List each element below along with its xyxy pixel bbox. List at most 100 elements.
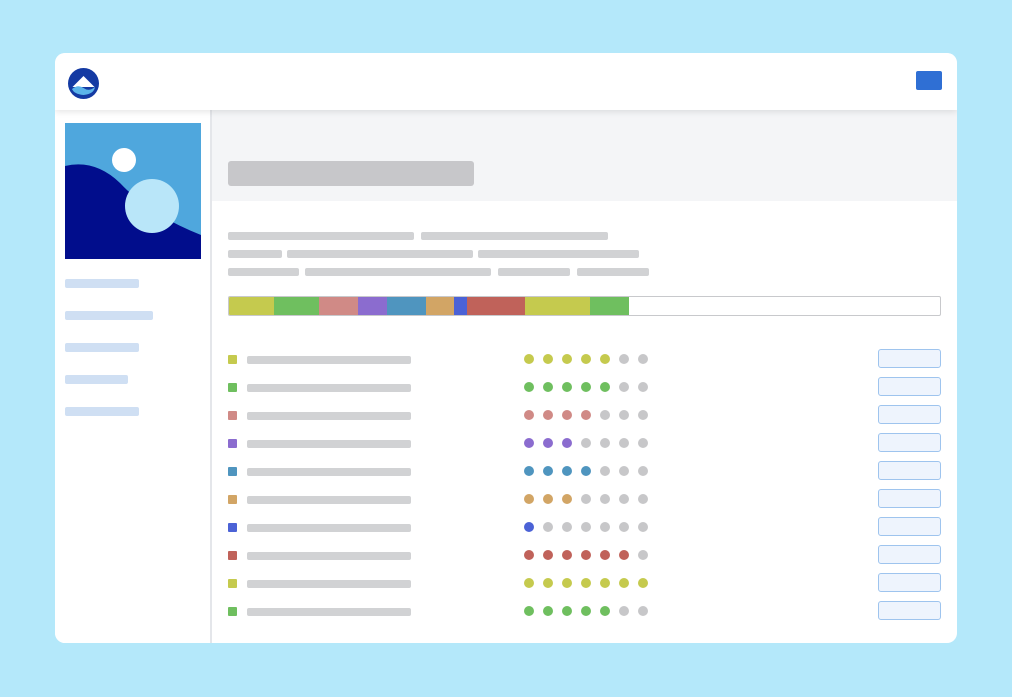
list-item [212, 346, 957, 374]
rating-dot-empty [619, 494, 629, 504]
rating-dot-filled [619, 578, 629, 588]
rating-dot-empty [619, 522, 629, 532]
rating-dot-filled [619, 550, 629, 560]
list-item [212, 430, 957, 458]
rating-dot-filled [543, 354, 553, 364]
row-action-button[interactable] [878, 405, 941, 424]
row-action-button[interactable] [878, 517, 941, 536]
list-item [212, 570, 957, 598]
rating-dot-empty [619, 606, 629, 616]
color-marker [228, 523, 237, 532]
rating-dot-filled [543, 382, 553, 392]
rating-dot-filled [543, 466, 553, 476]
rating-dot-filled [524, 550, 534, 560]
color-marker [228, 439, 237, 448]
color-marker [228, 411, 237, 420]
sidebar-nav-item-2[interactable] [65, 311, 153, 320]
item-label-placeholder [247, 524, 411, 532]
rating-dot-empty [638, 550, 648, 560]
row-action-button[interactable] [878, 489, 941, 508]
text-line-placeholder [287, 250, 473, 258]
rating-dots [524, 438, 664, 449]
color-marker [228, 383, 237, 392]
rating-dot-filled [581, 466, 591, 476]
text-line-placeholder [421, 232, 608, 240]
sidebar-nav-item-3[interactable] [65, 343, 139, 352]
main-content [212, 110, 957, 643]
rating-dot-empty [600, 494, 610, 504]
rating-dot-filled [600, 578, 610, 588]
progress-segment [454, 297, 468, 315]
rating-dots [524, 578, 664, 589]
list-item [212, 374, 957, 402]
rating-dot-empty [619, 466, 629, 476]
rating-dot-empty [638, 606, 648, 616]
row-action-button[interactable] [878, 573, 941, 592]
sidebar-nav-item-4[interactable] [65, 375, 128, 384]
progress-segment [425, 297, 455, 315]
rating-dot-empty [600, 410, 610, 420]
app-window [55, 53, 957, 643]
text-line-placeholder [498, 268, 570, 276]
row-action-button[interactable] [878, 545, 941, 564]
sidebar [55, 110, 212, 643]
rating-dot-empty [581, 522, 591, 532]
rating-dot-empty [581, 494, 591, 504]
header-band [212, 110, 957, 201]
item-label-placeholder [247, 384, 411, 392]
rating-dot-empty [638, 354, 648, 364]
rating-dot-filled [524, 494, 534, 504]
text-line-placeholder [228, 250, 282, 258]
progress-segment [467, 297, 525, 315]
text-line-placeholder [577, 268, 649, 276]
row-action-button[interactable] [878, 601, 941, 620]
progress-segment [590, 297, 630, 315]
rating-dot-filled [543, 578, 553, 588]
row-action-button[interactable] [878, 349, 941, 368]
rating-dot-empty [638, 522, 648, 532]
row-action-button[interactable] [878, 433, 941, 452]
list-item [212, 486, 957, 514]
rating-dot-filled [543, 550, 553, 560]
list-item [212, 458, 957, 486]
rating-dot-filled [581, 550, 591, 560]
rating-dot-filled [543, 438, 553, 448]
rating-dot-filled [600, 550, 610, 560]
sidebar-nav-item-1[interactable] [65, 279, 139, 288]
rating-dot-filled [524, 606, 534, 616]
item-label-placeholder [247, 440, 411, 448]
text-line-placeholder [305, 268, 491, 276]
rating-dot-filled [562, 494, 572, 504]
rating-dot-filled [524, 466, 534, 476]
color-marker [228, 551, 237, 560]
list-item [212, 402, 957, 430]
rating-dot-filled [600, 354, 610, 364]
list-item [212, 542, 957, 570]
rating-dot-empty [638, 382, 648, 392]
progress-segment [386, 297, 426, 315]
sidebar-nav-item-5[interactable] [65, 407, 139, 416]
item-label-placeholder [247, 468, 411, 476]
landscape-image-icon [65, 123, 201, 259]
rating-dots [524, 494, 664, 505]
rating-dot-filled [581, 382, 591, 392]
row-action-button[interactable] [878, 461, 941, 480]
mountain-logo-icon[interactable] [68, 68, 99, 99]
rating-dot-filled [524, 578, 534, 588]
top-bar [55, 53, 957, 110]
rating-dot-empty [619, 410, 629, 420]
rating-dot-filled [562, 578, 572, 588]
rating-dots [524, 466, 664, 477]
rating-dot-empty [638, 438, 648, 448]
rating-dot-filled [581, 606, 591, 616]
rating-dot-filled [581, 578, 591, 588]
rating-dot-filled [600, 606, 610, 616]
rating-dots [524, 354, 664, 365]
row-action-button[interactable] [878, 377, 941, 396]
item-label-placeholder [247, 552, 411, 560]
text-line-placeholder [228, 232, 414, 240]
rating-dot-filled [581, 410, 591, 420]
text-line-placeholder [478, 250, 639, 258]
rating-dot-filled [638, 578, 648, 588]
menu-button[interactable] [916, 71, 942, 90]
